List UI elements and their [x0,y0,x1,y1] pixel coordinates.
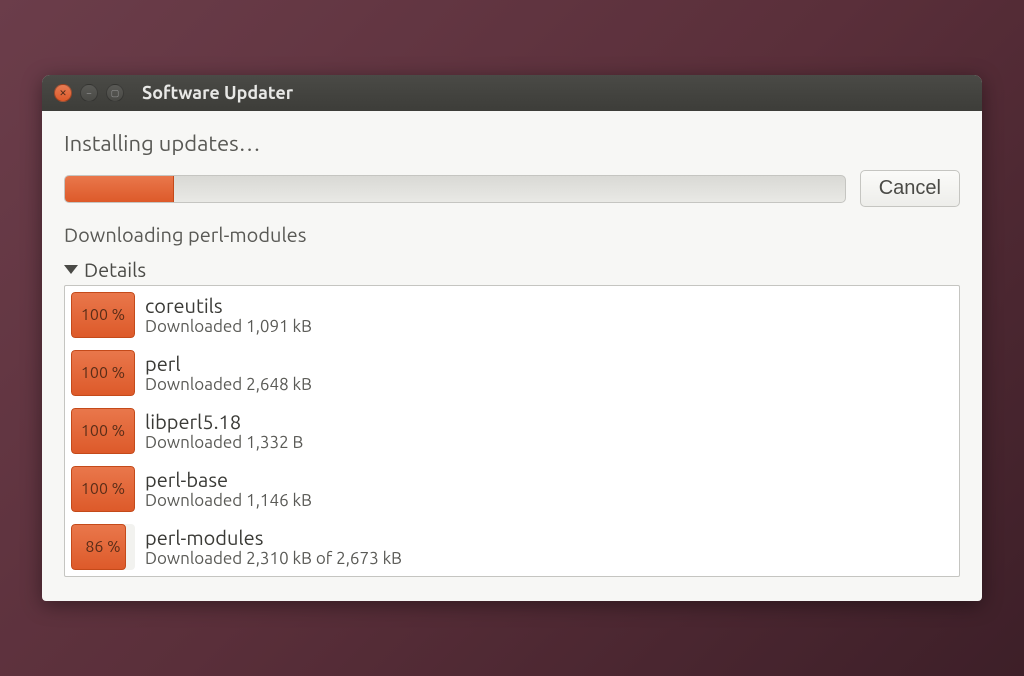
titlebar[interactable]: ✕ – ▢ Software Updater [42,75,982,111]
package-info: coreutilsDownloaded 1,091 kB [145,294,312,336]
package-row: 100 % libperl5.18Downloaded 1,332 B [65,402,959,460]
package-progress-badge: 86 % [71,524,135,570]
package-subtext: Downloaded 2,648 kB [145,375,312,394]
package-subtext: Downloaded 1,332 B [145,433,303,452]
package-progress-badge: 100 % [71,466,135,512]
package-name: coreutils [145,294,312,317]
overall-progress-fill [65,176,174,202]
package-percent-label: 100 % [81,480,125,498]
package-row: 86 % perl-modulesDownloaded 2,310 kB of 2… [65,518,959,576]
package-info: perlDownloaded 2,648 kB [145,352,312,394]
package-percent-label: 86 % [85,538,120,556]
window-title: Software Updater [142,83,293,103]
overall-progress-bar [64,175,846,203]
package-name: perl [145,352,312,375]
package-row: 100 % perl-baseDownloaded 1,146 kB [65,460,959,518]
package-info: perl-baseDownloaded 1,146 kB [145,468,312,510]
package-name: perl-modules [145,526,402,549]
details-list: 100 % coreutilsDownloaded 1,091 kB 100 % pe… [64,285,960,577]
package-name: perl-base [145,468,312,491]
close-icon[interactable]: ✕ [54,84,72,102]
maximize-icon[interactable]: ▢ [106,84,124,102]
page-heading: Installing updates… [64,131,960,156]
package-progress-badge: 100 % [71,408,135,454]
package-progress-badge: 100 % [71,350,135,396]
details-label: Details [84,258,146,281]
progress-row: Cancel [64,170,960,207]
cancel-button[interactable]: Cancel [860,170,960,207]
package-subtext: Downloaded 1,146 kB [145,491,312,510]
minimize-icon[interactable]: – [80,84,98,102]
window-content: Installing updates… Cancel Downloading p… [42,111,982,601]
package-progress-badge: 100 % [71,292,135,338]
package-percent-label: 100 % [81,422,125,440]
package-info: libperl5.18Downloaded 1,332 B [145,410,303,452]
window-controls: ✕ – ▢ [54,84,124,102]
package-percent-label: 100 % [81,306,125,324]
package-info: perl-modulesDownloaded 2,310 kB of 2,673… [145,526,402,568]
app-window: ✕ – ▢ Software Updater Installing update… [42,75,982,601]
package-percent-label: 100 % [81,364,125,382]
package-subtext: Downloaded 1,091 kB [145,317,312,336]
details-toggle[interactable]: Details [64,258,960,281]
package-row: 100 % coreutilsDownloaded 1,091 kB [65,286,959,344]
chevron-down-icon [64,265,78,274]
package-name: libperl5.18 [145,410,303,433]
package-row: 100 % perlDownloaded 2,648 kB [65,344,959,402]
package-subtext: Downloaded 2,310 kB of 2,673 kB [145,549,402,568]
status-text: Downloading perl-modules [64,223,960,246]
